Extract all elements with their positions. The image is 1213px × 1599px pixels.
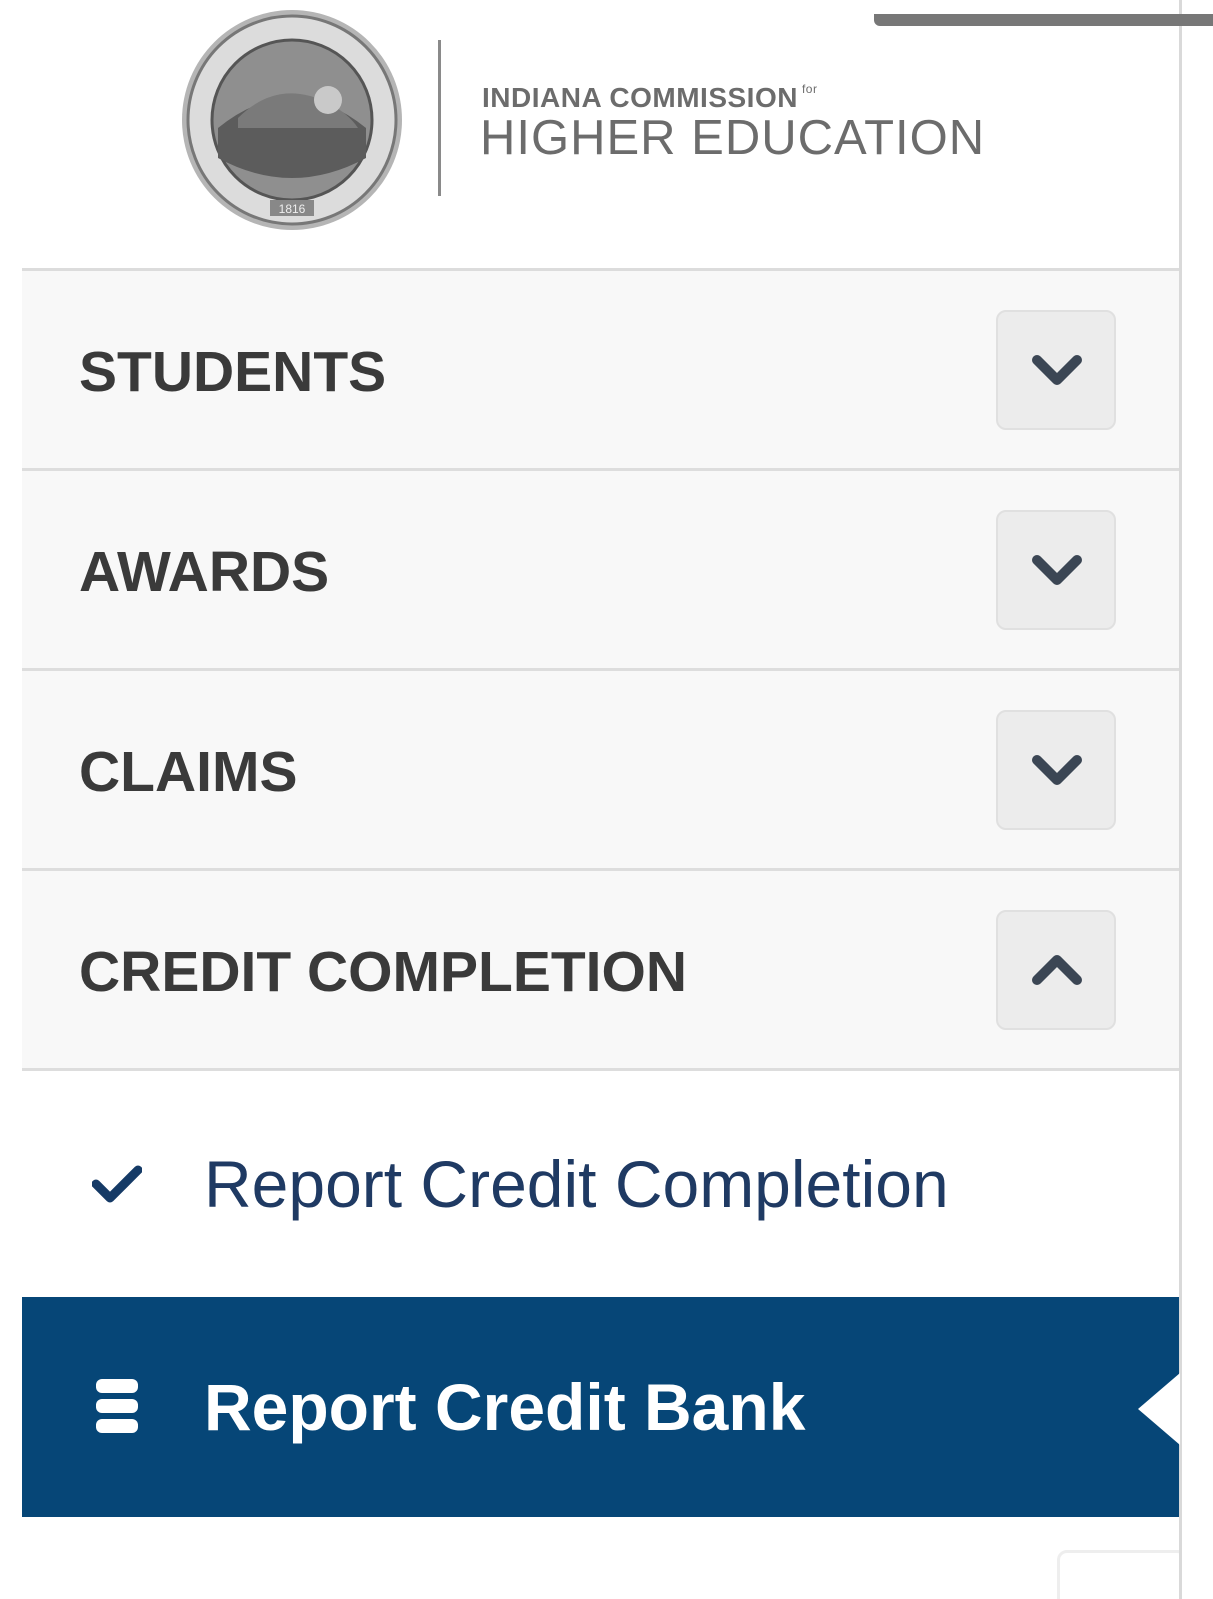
submenu-item-label: Report Credit Bank: [204, 1370, 806, 1444]
chevron-down-icon: [1032, 555, 1082, 585]
nav-section-credit-completion[interactable]: CREDIT COMPLETION: [22, 871, 1179, 1071]
expand-awards-button[interactable]: [996, 510, 1116, 630]
org-name-for: for: [801, 82, 818, 96]
database-icon: [96, 1379, 138, 1433]
nav-section-awards[interactable]: AWARDS: [22, 471, 1179, 671]
header-divider: [438, 40, 441, 196]
submenu-item-report-credit-completion[interactable]: Report Credit Completion: [22, 1074, 1179, 1294]
sidebar: 1816 INDIANA COMMISSION for HIGHER EDUCAT…: [22, 0, 1182, 1599]
sidebar-header: 1816 INDIANA COMMISSION for HIGHER EDUCAT…: [22, 0, 1179, 271]
nav-section-label: CLAIMS: [79, 740, 298, 804]
collapse-credit-completion-button[interactable]: [996, 910, 1116, 1030]
check-icon: [92, 1165, 142, 1203]
org-name-line1-text: INDIANA COMMISSION: [482, 82, 798, 113]
chevron-down-icon: [1032, 355, 1082, 385]
nav-section-label: AWARDS: [79, 540, 330, 604]
org-name-line2: HIGHER EDUCATION: [480, 111, 986, 165]
chevron-up-icon: [1032, 955, 1082, 985]
submenu-item-label: Report Credit Completion: [204, 1147, 949, 1221]
nav-section-students[interactable]: STUDENTS: [22, 271, 1179, 471]
state-seal-logo: 1816: [182, 10, 402, 230]
seal-year: 1816: [279, 202, 306, 216]
nav-section-label: CREDIT COMPLETION: [79, 940, 687, 1004]
nav-section-claims[interactable]: CLAIMS: [22, 671, 1179, 871]
top-bar-edge: [874, 14, 1213, 26]
chevron-down-icon: [1032, 755, 1082, 785]
submenu-item-report-credit-bank[interactable]: Report Credit Bank: [22, 1297, 1179, 1517]
active-pointer-arrow: [1138, 1373, 1180, 1445]
nav-section-label: STUDENTS: [79, 340, 387, 404]
expand-claims-button[interactable]: [996, 710, 1116, 830]
next-section-toggle-button[interactable]: [1057, 1550, 1179, 1599]
expand-students-button[interactable]: [996, 310, 1116, 430]
